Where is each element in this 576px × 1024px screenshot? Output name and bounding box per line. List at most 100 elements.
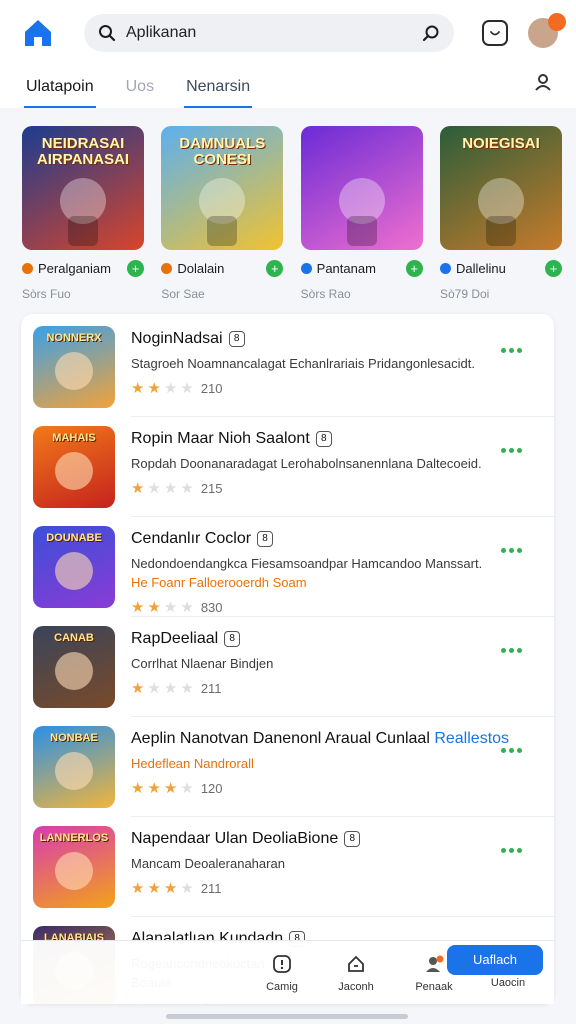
- tab-bar: Ulatapoin Uos Nenarsin: [0, 66, 576, 108]
- app-title-text: Ropin Maar Nioh Saalont: [131, 430, 310, 447]
- publisher-badge-icon: [22, 263, 33, 274]
- featured-card[interactable]: NEIDRASAI AIRPANASAI Peralganiam + Sòrs Fuo: [22, 126, 144, 301]
- alert-icon: [273, 955, 291, 973]
- app-icon[interactable]: CANAB: [33, 626, 115, 708]
- account-button[interactable]: [534, 73, 552, 96]
- app-icon[interactable]: MAHAIS: [33, 426, 115, 508]
- search-input[interactable]: [126, 24, 396, 42]
- list-item[interactable]: MAHAIS Ropin Maar Nioh Saalont 8 Ropdah Doo…: [21, 418, 554, 514]
- app-icon-label: MAHAIS: [52, 432, 96, 444]
- more-options-icon[interactable]: [501, 848, 522, 853]
- star-filled-icon: ★: [147, 880, 161, 897]
- featured-name: Dallelinu: [455, 261, 506, 276]
- star-filled-icon: ★: [131, 880, 145, 897]
- more-options-icon[interactable]: [501, 648, 522, 653]
- app-title[interactable]: Aeplin Nanotvan Danenonl Araual Cunlaal …: [131, 730, 542, 748]
- list-item[interactable]: LANNERLOS Napendaar Ulan DeoliaBione 8 Manc…: [21, 818, 554, 914]
- list-item[interactable]: NONNERX NoginNadsai 8 Stagroeh Noamnancalag…: [21, 318, 554, 414]
- app-description: Stagroeh Noamnancalagat Echanlrariais Pr…: [131, 356, 475, 371]
- app-title[interactable]: Cendanlır Coclor 8: [131, 530, 542, 548]
- age-rating-icon: 8: [228, 330, 245, 347]
- featured-card[interactable]: NOIEGISAI Dallelinu + Sò79 Doi: [439, 126, 562, 301]
- divider: [131, 716, 554, 717]
- lens-icon: [422, 25, 439, 42]
- app-icon[interactable]: LANNERLOS: [33, 826, 115, 908]
- character-art: [346, 216, 377, 246]
- featured-art[interactable]: NEIDRASAI AIRPANASAI: [22, 126, 144, 250]
- app-title-text: NoginNadsai: [131, 330, 223, 347]
- star-empty-icon: ★: [180, 599, 194, 616]
- add-button[interactable]: +: [544, 260, 562, 277]
- notification-dot: [548, 13, 566, 31]
- list-item[interactable]: CANAB RapDeeliaal 8 Corrlhat Nlaenar Bindje…: [21, 618, 554, 714]
- home-button[interactable]: [18, 13, 58, 53]
- avatar[interactable]: [528, 13, 566, 48]
- character-art: [55, 652, 93, 690]
- featured-card[interactable]: Pantanam + Sòrs Rao: [300, 126, 423, 301]
- rating-count: 215: [200, 480, 223, 496]
- age-rating-icon: 8: [257, 530, 274, 547]
- add-button[interactable]: +: [405, 260, 423, 277]
- featured-art[interactable]: NOIEGISAI: [439, 126, 562, 250]
- star-filled-icon: ★: [147, 780, 161, 797]
- featured-art-title: DAMNUALS CONESI: [179, 135, 266, 168]
- home-indicator[interactable]: [166, 1014, 408, 1019]
- app-title[interactable]: RapDeeliaal 8: [131, 630, 542, 648]
- list-item[interactable]: DOUNABE Cendanlır Coclor 8 Nedondoendangkca…: [21, 518, 554, 616]
- nav-jaconh[interactable]: Jaconh: [321, 953, 391, 993]
- app-title[interactable]: NoginNadsai 8: [131, 330, 542, 348]
- app-title-text: RapDeeliaal: [131, 630, 219, 647]
- star-empty-icon: ★: [180, 880, 194, 897]
- featured-art[interactable]: [300, 126, 423, 250]
- list-item[interactable]: NONBAE Aeplin Nanotvan Danenonl Araual Cu…: [21, 718, 554, 814]
- top-bar: [0, 0, 576, 66]
- app-icon[interactable]: DOUNABE: [33, 526, 115, 608]
- age-rating-icon: 8: [224, 630, 241, 647]
- publisher-badge-icon: [439, 263, 451, 274]
- app-description: Mancam Deoaleranaharan: [131, 856, 285, 871]
- voice-search-button[interactable]: [422, 24, 440, 42]
- star-empty-icon: ★: [147, 680, 161, 697]
- rating: ★ ★ ★ ★ 120: [131, 779, 542, 797]
- nav-camig[interactable]: Camig: [247, 953, 317, 993]
- notifications-button[interactable]: [482, 20, 508, 46]
- add-button[interactable]: +: [127, 260, 144, 277]
- character-art: [55, 352, 93, 390]
- star-empty-icon: ★: [180, 480, 194, 497]
- character-art: [55, 552, 93, 590]
- featured-sub: Sor Sae: [161, 287, 205, 301]
- character-art: [485, 216, 516, 246]
- more-options-icon[interactable]: [501, 448, 522, 453]
- tab-uos[interactable]: Uos: [124, 78, 156, 108]
- app-title-link[interactable]: Reallestos: [434, 730, 509, 747]
- tab-nenarsin[interactable]: Nenarsin: [184, 78, 253, 108]
- more-options-icon[interactable]: [501, 748, 522, 753]
- add-button[interactable]: +: [266, 260, 284, 277]
- featured-art[interactable]: DAMNUALS CONESI: [161, 126, 284, 250]
- app-title[interactable]: Ropin Maar Nioh Saalont 8: [131, 430, 542, 448]
- app-title[interactable]: Napendaar Ulan DeoliaBione 8: [131, 830, 542, 848]
- featured-sub: Sòrs Rao: [300, 287, 351, 301]
- search-bar[interactable]: [84, 14, 454, 52]
- star-filled-icon: ★: [131, 599, 145, 616]
- tab-ulatapoin[interactable]: Ulatapoin: [24, 78, 96, 108]
- rating-count: 830: [200, 599, 223, 615]
- more-options-icon[interactable]: [501, 348, 522, 353]
- featured-card[interactable]: DAMNUALS CONESI Dolalain + Sor Sae: [161, 126, 284, 301]
- app-icon-label: NONNERX: [46, 332, 102, 344]
- install-button[interactable]: Uaflach: [447, 945, 543, 975]
- divider: [131, 916, 554, 917]
- app-list: NONNERX NoginNadsai 8 Stagroeh Noamnancalag…: [21, 314, 554, 1004]
- star-filled-icon: ★: [131, 480, 145, 497]
- more-options-icon[interactable]: [501, 548, 522, 553]
- app-icon[interactable]: NONBAE: [33, 726, 115, 808]
- age-rating-icon: 8: [315, 430, 332, 447]
- character-art: [207, 216, 238, 246]
- star-empty-icon: ★: [180, 680, 194, 697]
- nav-uaocin[interactable]: Uaocin: [473, 977, 543, 989]
- app-icon[interactable]: NONNERX: [33, 326, 115, 408]
- star-filled-icon: ★: [147, 380, 161, 397]
- home-outline-icon: [348, 955, 364, 972]
- nav-label: Penaak: [415, 981, 453, 993]
- featured-sub: Sò79 Doi: [439, 287, 490, 301]
